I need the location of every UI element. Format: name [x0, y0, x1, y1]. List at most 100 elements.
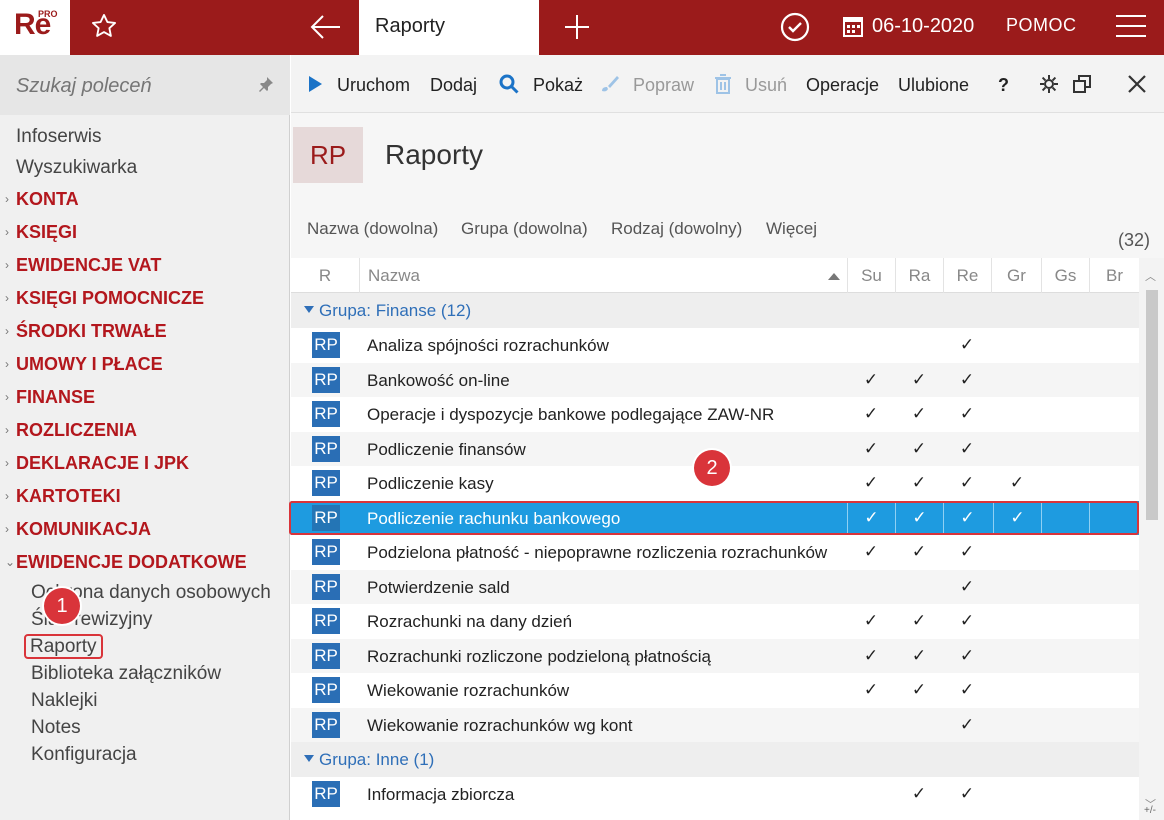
sidebar-section-srodki-trwale[interactable]: › ŚRODKI TRWAŁE: [0, 315, 290, 348]
app-logo[interactable]: Re PRO: [0, 0, 70, 55]
cell-br: [1089, 466, 1137, 500]
trash-icon[interactable]: [713, 74, 733, 94]
table-row[interactable]: RP Bankowość on-line ✓ ✓ ✓: [291, 362, 1139, 397]
back-arrow-icon[interactable]: [308, 12, 342, 42]
table-row[interactable]: RP Wiekowanie rozrachunków ✓ ✓ ✓: [291, 673, 1139, 708]
report-icon: RP: [312, 608, 340, 634]
sidebar-section-deklaracje-i-jpk[interactable]: › DEKLARACJE I JPK: [0, 447, 290, 480]
pin-icon[interactable]: [257, 75, 275, 93]
cell-gs: [1041, 535, 1089, 569]
sidebar-section-ksiegi[interactable]: › KSIĘGI: [0, 216, 290, 249]
run-button[interactable]: Uruchom: [337, 73, 410, 97]
search-input[interactable]: [16, 73, 246, 99]
column-br[interactable]: Br: [1089, 258, 1139, 293]
filter-group[interactable]: Grupa (dowolna): [461, 219, 588, 239]
sidebar-section-ewidencje-vat[interactable]: › EWIDENCJE VAT: [0, 249, 290, 282]
cell-gs: [1041, 570, 1089, 604]
section-label: FINANSE: [16, 387, 96, 407]
collapse-triangle-icon[interactable]: [304, 306, 314, 313]
column-r[interactable]: R: [291, 258, 359, 293]
sidebar-item-konfiguracja[interactable]: Konfiguracja: [0, 741, 290, 768]
chevron-right-icon: ›: [5, 291, 9, 305]
plus-icon[interactable]: [563, 12, 591, 42]
section-label: ROZLICZENIA: [16, 420, 137, 440]
show-button[interactable]: Pokaż: [533, 73, 583, 97]
sidebar-item-notes[interactable]: Notes: [0, 714, 290, 741]
sidebar-section-konta[interactable]: › KONTA: [0, 183, 290, 216]
sidebar-item-biblioteka[interactable]: Biblioteka załączników: [0, 660, 290, 687]
calendar-icon[interactable]: [843, 15, 863, 37]
scroll-up-icon[interactable]: ︿: [1145, 268, 1156, 284]
help-link[interactable]: POMOC: [1006, 15, 1077, 36]
report-name: Informacja zbiorcza: [367, 785, 515, 804]
filter-more[interactable]: Więcej: [766, 219, 817, 239]
sidebar-section-ewidencje-dodatkowe[interactable]: ⌄ EWIDENCJE DODATKOWE: [0, 546, 290, 579]
sidebar-item-infoserwis[interactable]: Infoserwis: [0, 121, 290, 152]
scroll-thumb[interactable]: [1146, 290, 1158, 520]
sidebar-section-finanse[interactable]: › FINANSE: [0, 381, 290, 414]
current-date[interactable]: 06-10-2020: [872, 15, 974, 38]
column-gs[interactable]: Gs: [1041, 258, 1089, 293]
table-row-selected[interactable]: RP Podliczenie rachunku bankowego ✓ ✓ ✓ ✓ 2: [289, 449, 1139, 535]
sidebar-item-raporty[interactable]: Raporty: [0, 633, 290, 660]
sidebar-section-rozliczenia[interactable]: › ROZLICZENIA: [0, 414, 290, 447]
star-icon[interactable]: [90, 12, 118, 40]
hamburger-menu-icon[interactable]: [1116, 15, 1146, 39]
help-button[interactable]: ?: [998, 73, 1009, 97]
column-re[interactable]: Re: [943, 258, 991, 293]
cell-br: [1089, 639, 1137, 673]
column-gr[interactable]: Gr: [991, 258, 1041, 293]
table-row[interactable]: RP Analiza spójności rozrachunków ✓: [291, 328, 1139, 363]
favorites-menu[interactable]: Ulubione: [898, 73, 969, 97]
search-icon[interactable]: [499, 74, 519, 94]
cell-br: [1089, 500, 1137, 535]
chevron-right-icon: ›: [5, 258, 9, 272]
operations-menu[interactable]: Operacje: [806, 73, 879, 97]
report-name: Podliczenie rachunku bankowego: [367, 508, 621, 528]
table-row[interactable]: RP Wiekowanie rozrachunków wg kont ✓: [291, 707, 1139, 742]
delete-button[interactable]: Usuń: [745, 73, 787, 97]
report-name: Rozrachunki na dany dzień: [367, 612, 573, 631]
group-header[interactable]: Grupa: Finanse (12): [291, 293, 1139, 328]
group-header[interactable]: Grupa: Inne (1): [291, 742, 1139, 777]
brush-icon[interactable]: [599, 74, 619, 94]
column-nazwa[interactable]: Nazwa: [359, 258, 847, 293]
sidebar-item-label: Raporty: [24, 634, 103, 659]
filter-kind[interactable]: Rodzaj (dowolny): [611, 219, 742, 239]
sidebar-section-kartoteki[interactable]: › KARTOTEKI: [0, 480, 290, 513]
chevron-right-icon: ›: [5, 456, 9, 470]
table-row[interactable]: RP Rozrachunki rozliczone podzieloną płat…: [291, 638, 1139, 673]
gear-icon[interactable]: [1039, 74, 1059, 94]
sidebar-item-wyszukiwarka[interactable]: Wyszukiwarka: [0, 152, 290, 183]
report-grid: Grupa: Finanse (12) RP Analiza spójności r…: [289, 293, 1139, 812]
add-button[interactable]: Dodaj: [430, 73, 477, 97]
column-ra[interactable]: Ra: [895, 258, 943, 293]
check-circle-icon[interactable]: [779, 11, 811, 43]
play-icon[interactable]: [305, 74, 325, 94]
cell-ra: ✓: [911, 404, 927, 423]
table-row[interactable]: RP Podzielona płatność - niepoprawne rozl…: [291, 535, 1139, 570]
table-row[interactable]: RP Informacja zbiorcza ✓ ✓: [291, 777, 1139, 812]
collapse-triangle-icon[interactable]: [304, 755, 314, 762]
cell-ra: ✓: [911, 438, 927, 458]
filter-name[interactable]: Nazwa (dowolna): [307, 219, 438, 239]
tab-raporty[interactable]: Raporty: [359, 0, 539, 55]
sidebar-section-umowy-i-place[interactable]: › UMOWY I PŁACE: [0, 348, 290, 381]
close-icon[interactable]: [1127, 74, 1147, 94]
column-su[interactable]: Su: [847, 258, 895, 293]
table-row[interactable]: RP Rozrachunki na dany dzień ✓ ✓ ✓: [291, 604, 1139, 639]
sidebar-section-ksiegi-pomocnicze[interactable]: › KSIĘGI POMOCNICZE: [0, 282, 290, 315]
edit-button[interactable]: Popraw: [633, 73, 694, 97]
cell-su: ✓: [863, 404, 879, 423]
table-row[interactable]: RP Operacje i dyspozycje bankowe podlegaj…: [291, 397, 1139, 432]
sidebar-item-naklejki[interactable]: Naklejki: [0, 687, 290, 714]
cell-su: ✓: [863, 438, 879, 458]
cell-gr: ✓: [993, 500, 1041, 535]
cell-ra: ✓: [911, 369, 927, 389]
chevron-right-icon: ›: [5, 192, 9, 206]
table-row[interactable]: RP Potwierdzenie sald ✓: [291, 569, 1139, 604]
vertical-scrollbar[interactable]: ︿ ﹀: [1139, 258, 1164, 820]
sidebar-section-komunikacja[interactable]: › KOMUNIKACJA: [0, 513, 290, 546]
restore-window-icon[interactable]: [1072, 74, 1092, 94]
cell-br: [1089, 535, 1137, 569]
